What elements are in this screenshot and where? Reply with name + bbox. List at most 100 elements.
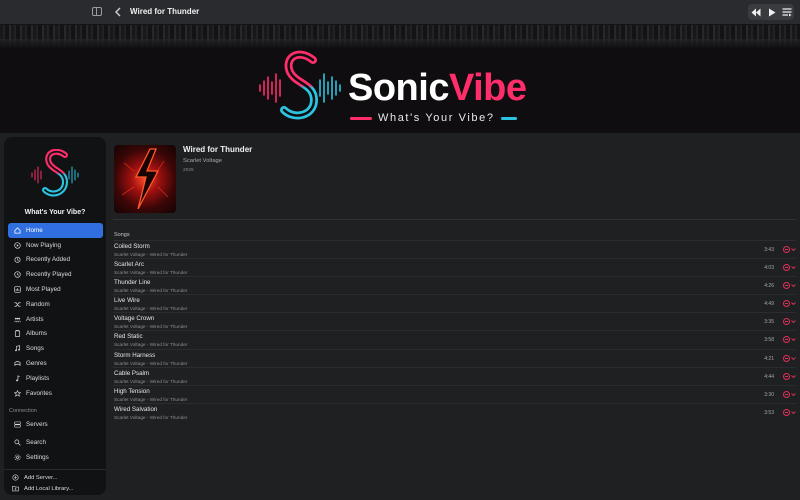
sidebar-item-songs[interactable]: Songs (8, 341, 103, 356)
track-remove-icon[interactable] (783, 408, 790, 416)
home-icon (14, 227, 21, 234)
sidebar-item-favorites[interactable]: Favorites (8, 386, 103, 401)
track-title: Red Static (114, 333, 143, 341)
track-duration: 4:03 (764, 265, 774, 272)
track-remove-icon[interactable] (783, 318, 790, 326)
chevron-down-icon[interactable] (791, 301, 796, 306)
connection-nav: Servers (8, 417, 103, 432)
songs-icon (15, 345, 21, 352)
track-duration: 4:26 (764, 283, 774, 290)
track-remove-icon[interactable] (783, 372, 790, 380)
chevron-down-icon[interactable] (791, 410, 796, 415)
track-duration: 3:53 (764, 409, 774, 416)
track-subtitle: Scarlet Voltage - Wired for Thunder (114, 270, 188, 276)
sidebar-item-random[interactable]: Random (8, 297, 103, 312)
sidebar-item-artists[interactable]: Artists (8, 312, 103, 327)
track-title: Scarlet Arc (114, 261, 144, 269)
track-row[interactable]: Coiled Storm Scarlet Voltage - Wired for… (113, 240, 796, 258)
chevron-down-icon[interactable] (791, 247, 796, 252)
sidebar-item-label: Recently Added (26, 256, 71, 264)
sidebar-item-servers[interactable]: Servers (8, 417, 103, 432)
track-remove-icon[interactable] (783, 300, 790, 308)
sidebar-item-most-played[interactable]: Most Played (8, 282, 103, 297)
sidebar-item-label: Servers (26, 420, 48, 428)
track-duration: 3:43 (764, 247, 774, 253)
sidebar-item-recently-played[interactable]: Recently Played (8, 267, 103, 282)
album-artwork[interactable] (114, 145, 176, 213)
track-row[interactable]: High Tension Scarlet Voltage - Wired for… (113, 384, 796, 403)
track-remove-icon[interactable] (783, 264, 790, 272)
sidebar-item-search[interactable]: Search (8, 435, 103, 450)
sidebar-item-recently-added[interactable]: Recently Added (8, 253, 103, 268)
sidebar-item-home[interactable]: Home (8, 223, 103, 238)
brand-word-vibe: Vibe (448, 67, 527, 109)
star-icon (14, 389, 21, 397)
queue-button[interactable] (779, 5, 795, 19)
search-icon (14, 439, 21, 446)
sidebar-item-genres[interactable]: Genres (8, 356, 103, 371)
track-title: Live Wire (114, 297, 140, 305)
rewind-button[interactable] (748, 5, 764, 19)
sidebar-item-label: Recently Played (26, 271, 72, 279)
track-title: Cable Psalm (114, 369, 150, 377)
sidebar-item-now-playing[interactable]: Now Playing (8, 238, 103, 253)
most-played-icon (14, 286, 21, 293)
track-remove-icon[interactable] (783, 390, 790, 398)
track-row[interactable]: Voltage Crown Scarlet Voltage - Wired fo… (113, 312, 796, 330)
track-row[interactable]: Live Wire Scarlet Voltage - Wired for Th… (113, 294, 796, 312)
chevron-down-icon[interactable] (791, 374, 796, 379)
chevron-left-icon (114, 7, 121, 17)
track-remove-icon[interactable] (783, 246, 790, 253)
banner-tagline: What's Your Vibe? (350, 112, 536, 124)
sidebar-item-label: Search (26, 438, 46, 446)
utility-nav: Search Settings (8, 435, 103, 465)
brand-word-sonic: Sonic (348, 67, 449, 109)
brand-wordmark: SonicVibe (348, 67, 527, 110)
track-row[interactable]: Scarlet Arc Scarlet Voltage - Wired for … (113, 258, 796, 276)
sidebar-item-albums[interactable]: Albums (8, 327, 103, 342)
track-subtitle: Scarlet Voltage - Wired for Thunder (114, 414, 188, 420)
sidebar-item-label: Playlists (26, 374, 50, 382)
sidebar-toggle-icon[interactable] (92, 7, 102, 16)
playlists-icon (16, 375, 20, 382)
add-local-library-button[interactable]: Add Local Library... (6, 483, 104, 494)
chevron-down-icon[interactable] (791, 319, 796, 324)
track-row[interactable]: Cable Psalm Scarlet Voltage - Wired for … (113, 366, 796, 385)
chevron-down-icon[interactable] (791, 265, 796, 270)
chevron-down-icon[interactable] (791, 356, 796, 361)
track-remove-icon[interactable] (783, 336, 790, 344)
track-title: Coiled Storm (114, 243, 150, 250)
sidebar-item-label: Random (26, 300, 50, 308)
play-icon (769, 8, 776, 16)
section-connection: Connection (9, 408, 37, 414)
track-row[interactable]: Thunder Line Scarlet Voltage - Wired for… (113, 276, 796, 294)
track-list: Coiled Storm Scarlet Voltage - Wired for… (113, 240, 796, 421)
add-server-button[interactable]: Add Server... (6, 472, 104, 483)
track-subtitle: Scarlet Voltage - Wired for Thunder (114, 252, 188, 257)
sidebar-item-settings[interactable]: Settings (8, 450, 103, 465)
chevron-down-icon[interactable] (791, 337, 796, 342)
track-subtitle: Scarlet Voltage - Wired for Thunder (114, 342, 188, 348)
recently-added-icon (14, 257, 21, 264)
track-remove-icon[interactable] (783, 354, 790, 362)
artists-icon (14, 317, 21, 322)
track-row[interactable]: Red Static Scarlet Voltage - Wired for T… (113, 330, 796, 348)
play-button[interactable] (764, 5, 780, 19)
chevron-down-icon[interactable] (791, 392, 796, 397)
header-divider (113, 219, 796, 220)
chevron-down-icon[interactable] (791, 283, 796, 288)
sidebar-item-label: Most Played (26, 286, 61, 294)
track-row[interactable]: Storm Harness Scarlet Voltage - Wired fo… (113, 348, 796, 367)
back-button[interactable] (113, 5, 123, 19)
genres-icon (14, 361, 21, 367)
folder-add-icon (12, 486, 19, 492)
sidebar-item-playlists[interactable]: Playlists (8, 371, 103, 386)
album-year: 2025 (183, 168, 194, 173)
brand-banner: SonicVibe What's Your Vibe? (0, 25, 800, 133)
album-artist[interactable]: Scarlet Voltage (183, 158, 222, 164)
gear-icon (14, 454, 21, 461)
sidebar-item-label: Now Playing (26, 241, 61, 249)
track-row[interactable]: Wired Salvation Scarlet Voltage - Wired … (113, 402, 796, 421)
track-duration: 3:35 (764, 319, 774, 326)
track-remove-icon[interactable] (783, 282, 790, 290)
